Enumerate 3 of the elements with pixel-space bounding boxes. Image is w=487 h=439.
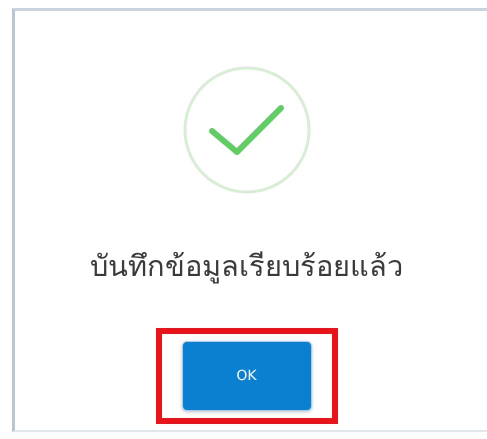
success-message: บันทึกข้อมูลเรียบร้อยแล้ว [90,248,403,286]
ok-button[interactable]: OK [182,341,312,411]
success-check-icon [182,65,312,195]
